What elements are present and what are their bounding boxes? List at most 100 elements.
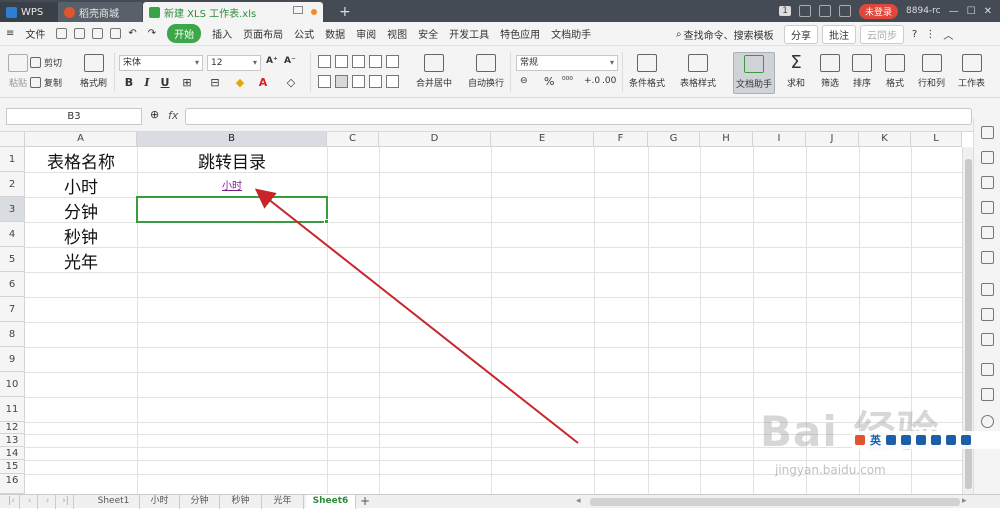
font-shrink-icon[interactable]: A⁻ bbox=[284, 56, 296, 66]
column-header-c[interactable]: C bbox=[327, 132, 379, 147]
collapse-ribbon-icon[interactable]: ︿ bbox=[943, 27, 953, 42]
open-icon[interactable] bbox=[74, 28, 86, 39]
preview-icon[interactable] bbox=[110, 28, 122, 39]
menu-page-layout[interactable]: 页面布局 bbox=[243, 26, 283, 41]
style-icon[interactable] bbox=[981, 176, 994, 189]
format-button[interactable]: 格式 bbox=[885, 54, 905, 89]
column-header-b[interactable]: B bbox=[137, 132, 327, 147]
history-icon[interactable] bbox=[981, 415, 994, 428]
ime-keyboard-icon[interactable] bbox=[916, 435, 926, 445]
row-header-7[interactable]: 7 bbox=[0, 297, 25, 322]
row-header-16[interactable]: 16 bbox=[0, 474, 25, 494]
row-header-1[interactable]: 1 bbox=[0, 147, 25, 172]
sheet-tab-second[interactable]: 秒钟 bbox=[220, 495, 262, 509]
backup-icon[interactable] bbox=[981, 333, 994, 346]
menu-review[interactable]: 审阅 bbox=[356, 26, 376, 41]
menu-data[interactable]: 数据 bbox=[325, 26, 345, 41]
fill-handle[interactable] bbox=[324, 219, 329, 224]
decrease-decimal-icon[interactable]: .00 bbox=[602, 76, 616, 86]
fill-color-icon[interactable]: ◆ bbox=[233, 76, 247, 89]
tab-wps[interactable]: WPS bbox=[0, 2, 58, 22]
menu-file[interactable]: 文件 bbox=[25, 26, 45, 41]
print-icon[interactable] bbox=[92, 28, 104, 39]
font-name-select[interactable]: 宋体 bbox=[119, 55, 203, 71]
menu-special[interactable]: 特色应用 bbox=[500, 26, 540, 41]
currency-icon[interactable]: ⊖ bbox=[520, 76, 528, 86]
shirt-icon[interactable] bbox=[819, 5, 832, 17]
menu-home[interactable]: 开始 bbox=[167, 24, 202, 43]
fx-icon[interactable]: fx bbox=[168, 109, 178, 122]
increase-decimal-icon[interactable]: +.0 bbox=[584, 76, 600, 86]
menu-developer[interactable]: 开发工具 bbox=[449, 26, 489, 41]
row-header-9[interactable]: 9 bbox=[0, 347, 25, 372]
row-header-15[interactable]: 15 bbox=[0, 460, 25, 474]
column-header-l[interactable]: L bbox=[911, 132, 962, 147]
comment-button[interactable]: 批注 bbox=[822, 24, 856, 44]
outdent-icon[interactable] bbox=[386, 55, 399, 68]
column-header-k[interactable]: K bbox=[859, 132, 911, 147]
column-header-h[interactable]: H bbox=[700, 132, 753, 147]
border-icon[interactable]: ⊞ bbox=[180, 76, 194, 89]
zoom-icon[interactable]: ⊕ bbox=[150, 108, 159, 121]
maximize-icon[interactable]: ☐ bbox=[967, 6, 976, 17]
copy-button[interactable]: 复制 bbox=[30, 76, 62, 89]
hamburger-icon[interactable]: ≡ bbox=[6, 28, 14, 39]
conditional-format-button[interactable]: 条件格式 bbox=[629, 54, 665, 89]
ime-toolbar[interactable]: 英 bbox=[852, 431, 1000, 449]
cursor-icon[interactable] bbox=[981, 126, 994, 139]
close-icon[interactable]: ✕ bbox=[984, 6, 992, 17]
worksheet-button[interactable]: 工作表 bbox=[958, 54, 985, 89]
ime-tools-icon[interactable] bbox=[961, 435, 971, 445]
font-grow-icon[interactable]: A⁺ bbox=[266, 56, 278, 66]
cell-a5[interactable]: 光年 bbox=[25, 248, 137, 273]
column-header-d[interactable]: D bbox=[379, 132, 491, 147]
sheet-tab-sheet1[interactable]: Sheet1 bbox=[88, 495, 140, 509]
row-header-13[interactable]: 13 bbox=[0, 434, 25, 447]
select-all-corner[interactable] bbox=[0, 132, 25, 147]
next-sheet-icon[interactable]: › bbox=[40, 495, 56, 509]
column-header-a[interactable]: A bbox=[25, 132, 137, 147]
format-painter-button[interactable]: 格式刷 bbox=[80, 54, 107, 89]
login-button[interactable]: 未登录 bbox=[859, 3, 899, 19]
property-icon[interactable] bbox=[981, 201, 994, 214]
number-format-select[interactable]: 常规 bbox=[516, 55, 618, 71]
percent-icon[interactable]: % bbox=[544, 75, 554, 88]
sheet-tab-minute[interactable]: 分钟 bbox=[180, 495, 220, 509]
row-header-8[interactable]: 8 bbox=[0, 322, 25, 347]
share-sidebar-icon[interactable] bbox=[981, 308, 994, 321]
row-header-2[interactable]: 2 bbox=[0, 172, 25, 197]
doc-helper-button[interactable]: 文档助手 bbox=[733, 52, 775, 94]
align-left-icon[interactable] bbox=[318, 75, 331, 88]
tab-store[interactable]: 稻壳商城 bbox=[58, 2, 142, 22]
align-right-icon[interactable] bbox=[352, 75, 365, 88]
monitor-icon[interactable] bbox=[293, 6, 303, 14]
column-header-g[interactable]: G bbox=[648, 132, 700, 147]
clear-format-icon[interactable]: ◇ bbox=[284, 76, 298, 89]
cell-a4[interactable]: 秒钟 bbox=[25, 223, 137, 248]
minimize-icon[interactable]: — bbox=[949, 6, 959, 17]
cell-a1[interactable]: 表格名称 bbox=[25, 148, 137, 173]
distribute-icon[interactable] bbox=[386, 75, 399, 88]
row-header-4[interactable]: 4 bbox=[0, 222, 25, 247]
help-icon[interactable]: ? bbox=[912, 29, 917, 40]
chart-icon[interactable] bbox=[981, 283, 994, 296]
rows-columns-button[interactable]: 行和列 bbox=[918, 54, 945, 89]
cell-a3[interactable]: 分钟 bbox=[25, 198, 137, 223]
column-header-e[interactable]: E bbox=[491, 132, 594, 147]
ime-moon-icon[interactable] bbox=[886, 435, 896, 445]
row-header-14[interactable]: 14 bbox=[0, 447, 25, 460]
merge-center-button[interactable]: 合并居中 bbox=[416, 54, 452, 89]
column-header-j[interactable]: J bbox=[806, 132, 859, 147]
paste-button[interactable]: 粘贴 bbox=[8, 54, 28, 89]
save-icon[interactable] bbox=[56, 28, 68, 39]
table-style-button[interactable]: 表格样式 bbox=[680, 54, 716, 89]
row-header-3[interactable]: 3 bbox=[0, 197, 25, 222]
column-header-i[interactable]: I bbox=[753, 132, 806, 147]
row-header-10[interactable]: 10 bbox=[0, 372, 25, 397]
row-header-12[interactable]: 12 bbox=[0, 422, 25, 434]
scroll-right-icon[interactable]: ▸ bbox=[962, 496, 967, 506]
underline-icon[interactable]: U bbox=[158, 76, 172, 89]
row-header-5[interactable]: 5 bbox=[0, 247, 25, 272]
redo-icon[interactable]: ↷ bbox=[148, 28, 156, 39]
undo-icon[interactable]: ↶ bbox=[128, 28, 136, 39]
